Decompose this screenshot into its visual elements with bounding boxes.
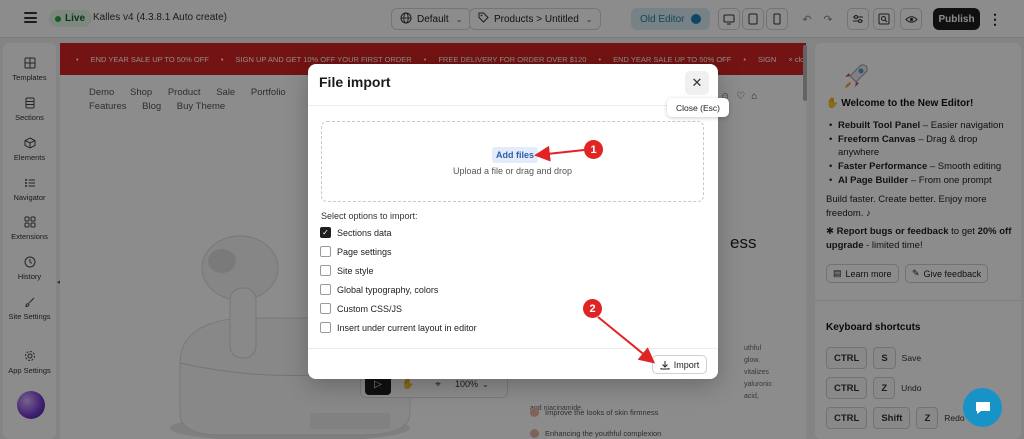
option-site-style[interactable]: Site style: [320, 265, 374, 276]
option-label: Global typography, colors: [337, 284, 439, 295]
checkbox[interactable]: [320, 322, 331, 333]
option-sections-data[interactable]: ✓ Sections data: [320, 227, 392, 238]
checkbox[interactable]: [320, 246, 331, 257]
options-label: Select options to import:: [321, 211, 418, 221]
option-custom-css-js[interactable]: Custom CSS/JS: [320, 303, 402, 314]
close-icon: ✕: [691, 75, 703, 90]
add-files-button[interactable]: Add files: [492, 147, 539, 163]
checkbox[interactable]: [320, 265, 331, 276]
divider: [308, 348, 718, 349]
option-page-settings[interactable]: Page settings: [320, 246, 392, 257]
close-tooltip: Close (Esc): [667, 98, 729, 117]
chat-support-button[interactable]: [963, 388, 1002, 427]
chat-icon: [975, 401, 990, 414]
divider: [308, 105, 718, 106]
step-badge-2: 2: [583, 299, 602, 318]
option-label: Page settings: [337, 246, 392, 257]
option-global-typography[interactable]: Global typography, colors: [320, 284, 438, 295]
step-badge-1: 1: [584, 140, 603, 159]
option-label: Sections data: [337, 227, 392, 238]
file-drop-zone[interactable]: Add files Upload a file or drag and drop: [321, 121, 704, 202]
option-label: Custom CSS/JS: [337, 303, 403, 314]
import-button[interactable]: Import: [652, 355, 707, 374]
checkbox[interactable]: [320, 303, 331, 314]
close-button[interactable]: ✕: [685, 71, 709, 95]
option-insert-under-layout[interactable]: Insert under current layout in editor: [320, 322, 477, 333]
import-label: Import: [673, 359, 700, 370]
file-import-dialog: File import ✕ Add files Upload a file or…: [308, 64, 718, 379]
download-icon: [660, 360, 670, 369]
dialog-title: File import: [319, 74, 391, 90]
drop-hint: Upload a file or drag and drop: [452, 166, 573, 176]
checkbox[interactable]: [320, 284, 331, 295]
option-label: Insert under current layout in editor: [337, 322, 477, 333]
checkbox-checked[interactable]: ✓: [320, 227, 331, 238]
option-label: Site style: [337, 265, 374, 276]
